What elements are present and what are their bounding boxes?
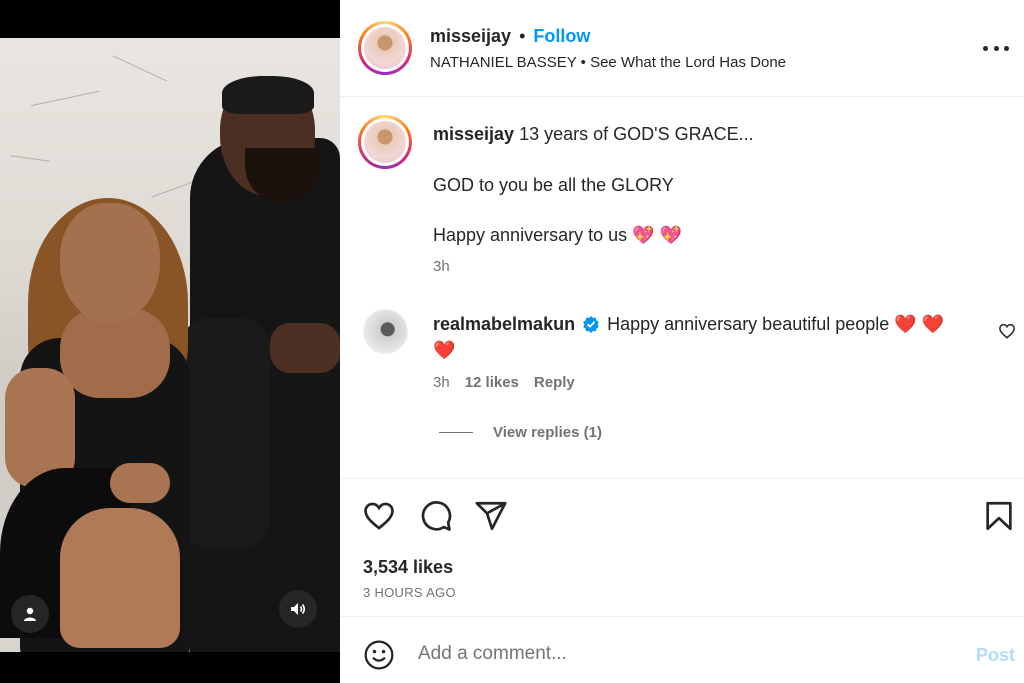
comment-text-continued: ❤️ bbox=[433, 340, 456, 360]
like-comment-heart-icon[interactable] bbox=[998, 322, 1016, 340]
more-options-button[interactable] bbox=[983, 36, 1009, 60]
comment-text: Happy anniversary beautiful people ❤️ ❤️ bbox=[607, 314, 945, 334]
comment-timestamp[interactable]: 3h bbox=[433, 374, 450, 391]
view-replies-button[interactable]: View replies (1) bbox=[439, 424, 602, 441]
commenter-avatar[interactable] bbox=[363, 309, 408, 354]
reply-button[interactable]: Reply bbox=[534, 374, 575, 391]
caption-line-3: Happy anniversary to us 💖 💖 bbox=[433, 225, 682, 245]
tagged-users-button[interactable] bbox=[11, 595, 49, 633]
verified-badge-icon bbox=[583, 316, 599, 333]
audio-separator: • bbox=[580, 54, 586, 71]
view-replies-label: View replies (1) bbox=[493, 424, 602, 441]
caption-username[interactable]: misseijay bbox=[433, 124, 514, 144]
post-comment-button[interactable]: Post bbox=[976, 645, 1015, 666]
audio-title[interactable]: See What the Lord Has Done bbox=[590, 54, 786, 71]
post-timestamp[interactable]: 3 HOURS AGO bbox=[363, 585, 456, 600]
caption-line-1: 13 years of GOD'S GRACE... bbox=[519, 124, 754, 144]
follow-button[interactable]: Follow bbox=[533, 26, 590, 47]
add-comment-input[interactable] bbox=[418, 643, 938, 665]
replies-divider bbox=[439, 432, 473, 433]
author-avatar[interactable] bbox=[358, 21, 412, 75]
comment-likes[interactable]: 12 likes bbox=[465, 374, 519, 391]
post-photo bbox=[0, 38, 340, 652]
caption-avatar[interactable] bbox=[358, 115, 412, 169]
caption-timestamp[interactable]: 3h bbox=[433, 258, 450, 275]
like-heart-icon[interactable] bbox=[362, 499, 396, 533]
post-media[interactable] bbox=[0, 0, 340, 683]
post-details-panel: misseijay • Follow NATHANIEL BASSEY • Se… bbox=[340, 0, 1024, 683]
bookmark-save-icon[interactable] bbox=[982, 499, 1016, 533]
emoji-icon[interactable] bbox=[363, 639, 395, 671]
caption-line-2: GOD to you be all the GLORY bbox=[433, 175, 674, 195]
speaker-icon bbox=[291, 603, 306, 615]
post-actions: 3,534 likes 3 HOURS AGO bbox=[340, 478, 1024, 616]
more-dots-icon bbox=[983, 45, 988, 51]
post-header: misseijay • Follow NATHANIEL BASSEY • Se… bbox=[340, 0, 1024, 97]
comment-bubble-icon[interactable] bbox=[419, 499, 453, 533]
comment-composer: Post bbox=[340, 616, 1024, 683]
audio-toggle-button[interactable] bbox=[279, 590, 317, 628]
likes-count[interactable]: 3,534 likes bbox=[363, 557, 453, 578]
commenter-username[interactable]: realmabelmakun bbox=[433, 314, 575, 334]
audio-attribution[interactable]: NATHANIEL BASSEY • See What the Lord Has… bbox=[430, 54, 786, 71]
audio-artist[interactable]: NATHANIEL BASSEY bbox=[430, 54, 576, 71]
author-username[interactable]: misseijay bbox=[430, 26, 511, 47]
separator-dot: • bbox=[519, 26, 526, 46]
share-send-icon[interactable] bbox=[474, 499, 508, 533]
person-icon bbox=[24, 607, 36, 621]
